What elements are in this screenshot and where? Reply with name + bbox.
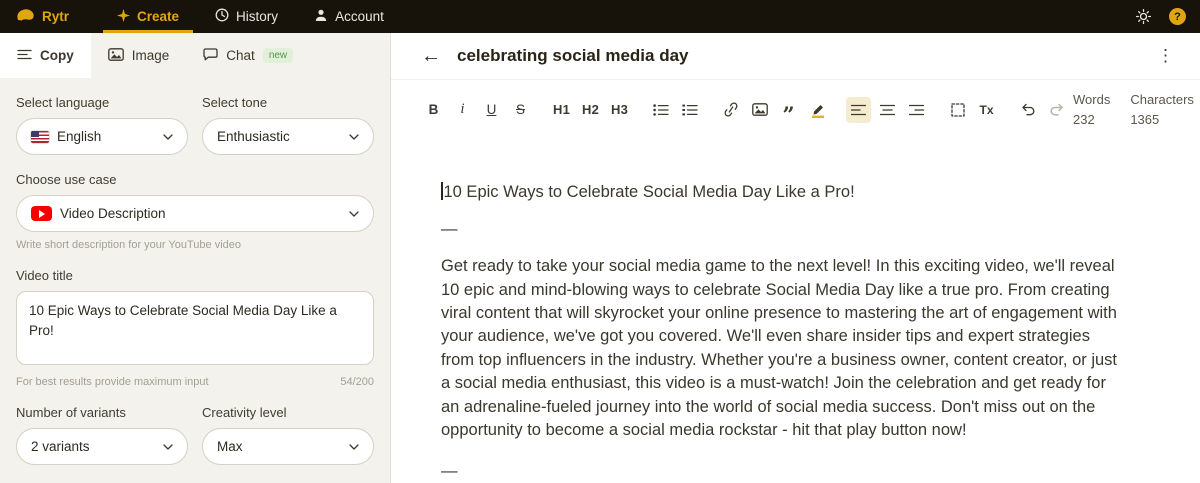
italic-button[interactable]: i [450, 97, 475, 123]
chevron-down-icon [349, 444, 359, 450]
use-case-value: Video Description [60, 206, 166, 221]
bullet-list-button[interactable] [648, 97, 673, 123]
h3-button[interactable]: H3 [607, 97, 632, 123]
editor-panel: ← celebrating social media day ⋮ B i U S… [391, 33, 1200, 483]
variants-label: Number of variants [16, 405, 188, 420]
creativity-select[interactable]: Max [202, 428, 374, 465]
document-header: ← celebrating social media day ⋮ [391, 33, 1200, 80]
tab-chat-label: Chat [226, 48, 255, 63]
tone-label: Select tone [202, 95, 374, 110]
align-center-button[interactable] [875, 97, 900, 123]
creativity-label: Creativity level [202, 405, 374, 420]
words-label: Words [1073, 90, 1110, 110]
document-title: celebrating social media day [457, 46, 688, 66]
ordered-list-button[interactable] [677, 97, 702, 123]
h2-button[interactable]: H2 [578, 97, 603, 123]
select-all-button[interactable] [945, 97, 970, 123]
clock-icon [215, 8, 229, 25]
us-flag-icon [31, 131, 49, 143]
image-button[interactable] [747, 97, 772, 123]
doc-heading: 10 Epic Ways to Celebrate Social Media D… [444, 183, 855, 201]
copy-tab-icon [17, 48, 32, 63]
chevron-down-icon [349, 134, 359, 140]
image-tab-icon [108, 48, 124, 64]
align-left-button[interactable] [846, 97, 871, 123]
tab-chat[interactable]: Chat new [186, 33, 310, 78]
use-case-select[interactable]: Video Description [16, 195, 374, 232]
use-case-label: Choose use case [16, 172, 374, 187]
variants-select[interactable]: 2 variants [16, 428, 188, 465]
chevron-down-icon [349, 211, 359, 217]
char-counter: 54/200 [340, 376, 374, 388]
doc-paragraph: Get ready to take your social media game… [441, 255, 1126, 442]
video-title-helper: For best results provide maximum input [16, 376, 209, 388]
back-arrow-icon[interactable]: ← [421, 46, 441, 66]
text-cursor [441, 182, 443, 200]
tab-image-label: Image [132, 48, 170, 63]
h1-button[interactable]: H1 [549, 97, 574, 123]
editor-toolbar: B i U S H1 H2 H3 ” [391, 80, 1200, 141]
rytr-logo[interactable]: Rytr [16, 0, 69, 33]
divider-dash: — [441, 218, 1126, 241]
highlight-button[interactable] [805, 97, 830, 123]
youtube-icon [31, 206, 52, 221]
strikethrough-button[interactable]: S [508, 97, 533, 123]
chat-tab-icon [203, 48, 218, 64]
characters-value: 1365 [1130, 110, 1194, 130]
use-case-helper: Write short description for your YouTube… [16, 239, 374, 251]
sidebar: Copy Image Chat new Select language [0, 33, 391, 483]
brand-name: Rytr [42, 9, 69, 24]
word-stats: Words 232 Characters 1365 [1073, 90, 1196, 129]
video-title-input[interactable]: 10 Epic Ways to Celebrate Social Media D… [16, 291, 374, 365]
rytr-logo-icon [16, 8, 35, 25]
document-body[interactable]: 10 Epic Ways to Celebrate Social Media D… [391, 141, 1166, 483]
bold-button[interactable]: B [421, 97, 446, 123]
variants-value: 2 variants [31, 439, 90, 454]
align-right-button[interactable] [904, 97, 929, 123]
words-value: 232 [1073, 110, 1110, 130]
nav-create-label: Create [137, 9, 179, 24]
blockquote-button[interactable]: ” [776, 97, 801, 123]
clear-format-button[interactable]: Tx [974, 97, 999, 123]
top-navbar: Rytr Create History Account ? [0, 0, 1200, 33]
tab-copy-label: Copy [40, 48, 74, 63]
kebab-menu-icon[interactable]: ⋮ [1149, 42, 1182, 70]
divider-dash: — [441, 460, 1126, 483]
nav-history-label: History [236, 9, 278, 24]
doc-heading-line: 10 Epic Ways to Celebrate Social Media D… [441, 181, 1126, 204]
nav-account-label: Account [335, 9, 384, 24]
theme-toggle-icon[interactable] [1136, 9, 1151, 24]
tab-image[interactable]: Image [91, 33, 187, 78]
language-select[interactable]: English [16, 118, 188, 155]
undo-button[interactable] [1015, 97, 1040, 123]
chevron-down-icon [163, 444, 173, 450]
language-label: Select language [16, 95, 188, 110]
tone-value: Enthusiastic [217, 129, 290, 144]
video-title-label: Video title [16, 268, 374, 283]
chevron-down-icon [163, 134, 173, 140]
language-value: English [57, 129, 101, 144]
redo-button[interactable] [1044, 97, 1069, 123]
creativity-value: Max [217, 439, 243, 454]
link-button[interactable] [718, 97, 743, 123]
sidebar-form: Select language English Select tone Enth… [0, 78, 390, 465]
tab-copy[interactable]: Copy [0, 33, 91, 78]
person-icon [314, 8, 328, 25]
nav-item-account[interactable]: Account [296, 0, 402, 33]
new-badge: new [263, 48, 293, 63]
tone-select[interactable]: Enthusiastic [202, 118, 374, 155]
nav-item-history[interactable]: History [197, 0, 296, 33]
nav-item-create[interactable]: Create [99, 0, 197, 33]
help-icon[interactable]: ? [1169, 8, 1186, 25]
sparkle-icon [117, 9, 130, 25]
underline-button[interactable]: U [479, 97, 504, 123]
characters-label: Characters [1130, 90, 1194, 110]
sidebar-tabs: Copy Image Chat new [0, 33, 390, 78]
